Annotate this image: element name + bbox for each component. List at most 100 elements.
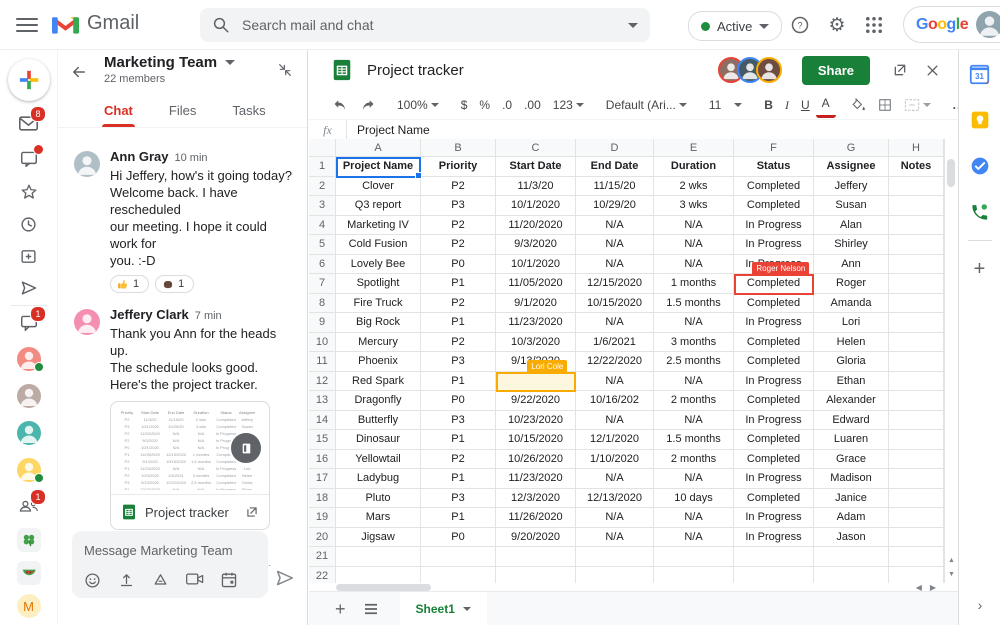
sheet-cell[interactable]: Yellowtail <box>336 450 421 470</box>
sheet-cell[interactable]: P0 <box>421 391 496 411</box>
sheet-cell[interactable] <box>814 567 889 584</box>
sheet-cell[interactable]: Notes <box>889 157 944 177</box>
zoom-selector[interactable]: 100% <box>391 94 445 116</box>
send-message-icon[interactable] <box>275 569 295 587</box>
collaborator-avatar[interactable] <box>756 57 782 83</box>
rail-contact-avatar-4[interactable] <box>0 458 57 482</box>
drive-attachment-icon[interactable] <box>152 572 169 589</box>
reaction-chip[interactable]: 1 <box>155 275 194 293</box>
sheet-cell[interactable] <box>421 567 496 584</box>
sheet-cell[interactable]: Big Rock <box>336 313 421 333</box>
sheet-cell[interactable] <box>889 411 944 431</box>
sheet-cell[interactable]: 1/10/2020 <box>576 450 654 470</box>
chat-tab-files[interactable]: Files <box>169 95 196 127</box>
sheet-cell[interactable]: 2 wks <box>654 177 734 197</box>
sheet-cell[interactable] <box>496 567 576 584</box>
sheet-cell[interactable] <box>654 547 734 567</box>
calendar-app-icon[interactable]: 31 <box>968 62 992 86</box>
attachment-thumbnail[interactable]: PriorityStart DateEnd DateDurationStatus… <box>111 402 269 494</box>
add-addon-button[interactable]: + <box>968 257 992 281</box>
sheet-cell[interactable]: P3 <box>421 196 496 216</box>
sheet-cell[interactable] <box>889 547 944 567</box>
sheet-cell[interactable]: P1 <box>421 430 496 450</box>
sheet-cell[interactable]: Completed <box>734 430 814 450</box>
share-button[interactable]: Share <box>802 56 870 85</box>
italic-button[interactable]: I <box>779 94 795 116</box>
sheet-cell[interactable]: N/A <box>654 508 734 528</box>
sheet-cell[interactable]: Completed <box>734 450 814 470</box>
fill-color-button[interactable] <box>846 94 872 116</box>
rail-room-watermelon[interactable] <box>0 561 57 585</box>
sheet-cell[interactable]: 10/29/20 <box>576 196 654 216</box>
redo-button[interactable] <box>354 94 381 116</box>
tasks-app-icon[interactable] <box>968 154 992 178</box>
sheet-cell[interactable]: N/A <box>654 372 734 392</box>
sheet-cell[interactable] <box>889 372 944 392</box>
sheet-cell[interactable]: Assignee <box>814 157 889 177</box>
sheet-cell[interactable] <box>889 430 944 450</box>
sheet-cell[interactable]: 10/3/2020 <box>496 333 576 353</box>
sheet-cell[interactable]: Butterfly <box>336 411 421 431</box>
sheet-cell[interactable]: In Progress <box>734 528 814 548</box>
sheet-cell[interactable]: Janice <box>814 489 889 509</box>
collaborator-avatars[interactable] <box>725 57 782 83</box>
sheet-cell[interactable]: Priority <box>421 157 496 177</box>
sheet-cell[interactable]: In Progress <box>734 235 814 255</box>
sheet-cell[interactable]: P0 <box>421 528 496 548</box>
sheet-cell[interactable]: P1 <box>421 372 496 392</box>
sheet-cell[interactable]: 1.5 months <box>654 294 734 314</box>
sheet-cell[interactable]: 9/3/2020 <box>496 235 576 255</box>
sheet-cell[interactable]: N/A <box>576 411 654 431</box>
sheet-cell[interactable]: 1/6/2021 <box>576 333 654 353</box>
sheet-cell[interactable]: 10/23/2020 <box>496 411 576 431</box>
sheet-cell[interactable]: Ann <box>814 255 889 275</box>
rail-room-m[interactable]: M <box>0 594 57 618</box>
sheet-cell[interactable] <box>814 547 889 567</box>
sheet-cell[interactable] <box>889 508 944 528</box>
sheet-cell[interactable]: Helen <box>814 333 889 353</box>
sheet-cell[interactable]: 10/1/2020 <box>496 196 576 216</box>
sheet-cell[interactable]: 10/16/202 <box>576 391 654 411</box>
compose-button[interactable] <box>8 59 50 101</box>
font-family-selector[interactable]: Default (Ari... <box>600 94 693 116</box>
sheet-cell[interactable]: Alexander <box>814 391 889 411</box>
sheet-cell[interactable]: Ladybug <box>336 469 421 489</box>
help-button[interactable]: ? <box>788 13 812 37</box>
sheet-cell[interactable]: N/A <box>654 469 734 489</box>
sheet-cell[interactable]: Ethan <box>814 372 889 392</box>
borders-button[interactable] <box>872 94 898 116</box>
sheet-cell[interactable]: 11/3/20 <box>496 177 576 197</box>
keep-app-icon[interactable] <box>968 108 992 132</box>
sheet-cell[interactable] <box>654 567 734 584</box>
sheet-cell[interactable] <box>889 567 944 584</box>
sheet-cell[interactable] <box>889 391 944 411</box>
rail-snoozed-icon[interactable] <box>0 212 57 236</box>
decrease-decimal-button[interactable]: .0 <box>496 94 518 116</box>
rail-mail-icon[interactable]: 8 <box>0 111 57 135</box>
sheet-cell[interactable] <box>889 294 944 314</box>
text-color-button[interactable]: A <box>816 93 836 118</box>
sheet-cell[interactable] <box>336 547 421 567</box>
sheet-cell[interactable]: Red Spark <box>336 372 421 392</box>
bold-button[interactable]: B <box>758 94 779 116</box>
sheet-cell[interactable]: Jeffery <box>814 177 889 197</box>
sheet-cell[interactable]: Fire Truck <box>336 294 421 314</box>
sheet-cell[interactable]: N/A <box>576 235 654 255</box>
sheet-cell[interactable]: N/A <box>576 216 654 236</box>
sheet-cell[interactable]: Completed <box>734 489 814 509</box>
sheet-cell[interactable] <box>889 489 944 509</box>
sheet-cell[interactable]: N/A <box>654 216 734 236</box>
search-bar[interactable] <box>200 8 650 42</box>
sheet-cell[interactable]: Phoenix <box>336 352 421 372</box>
video-meeting-icon[interactable] <box>186 572 204 589</box>
google-apps-grid-button[interactable] <box>862 13 886 37</box>
vertical-scroll-thumb[interactable] <box>947 159 955 187</box>
sheet-cell[interactable]: Completed <box>734 352 814 372</box>
sheet-cell[interactable]: P2 <box>421 450 496 470</box>
sheet-cell[interactable]: 11/15/20 <box>576 177 654 197</box>
sheet-cell[interactable]: N/A <box>654 528 734 548</box>
sheet-cell[interactable]: 11/23/2020 <box>496 469 576 489</box>
sheet-cell[interactable]: Mars <box>336 508 421 528</box>
sheet-cell[interactable]: P1 <box>421 274 496 294</box>
sheet-cell[interactable]: Shirley <box>814 235 889 255</box>
